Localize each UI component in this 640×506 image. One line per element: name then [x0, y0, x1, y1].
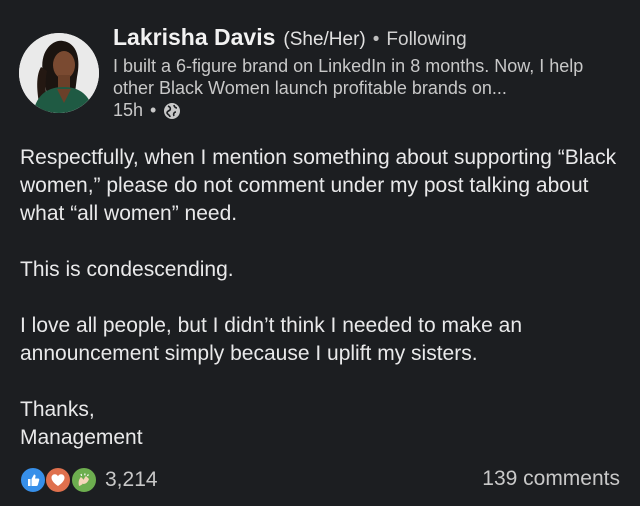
post-meta: 15h • — [113, 100, 181, 121]
name-separator: • — [372, 29, 380, 50]
post-paragraph: Management — [20, 426, 143, 449]
post-paragraph: Respectfully, when I mention something a… — [20, 146, 617, 225]
author-name-row: Lakrisha Davis (She/Her) • Following — [113, 24, 467, 51]
feed-post: Lakrisha Davis (She/Her) • Following I b… — [0, 0, 640, 506]
celebrate-icon — [71, 467, 97, 493]
author-pronouns: (She/Her) — [283, 29, 366, 50]
reaction-icons — [20, 467, 100, 493]
reactions-summary[interactable]: 3,214 — [20, 467, 158, 493]
author-headline: I built a 6-figure brand on LinkedIn in … — [113, 56, 584, 98]
comments-count-link[interactable]: 139 comments — [482, 467, 620, 491]
author-name[interactable]: Lakrisha Davis — [113, 24, 275, 51]
author-avatar[interactable] — [19, 33, 99, 113]
globe-icon — [163, 102, 181, 120]
post-paragraph: This is condescending. — [20, 258, 234, 281]
post-timestamp: 15h — [113, 100, 144, 120]
meta-separator: • — [150, 100, 157, 120]
like-icon — [20, 467, 46, 493]
post-paragraph: Thanks, — [20, 398, 95, 421]
reaction-count: 3,214 — [105, 468, 158, 491]
love-icon — [45, 467, 71, 493]
following-status[interactable]: Following — [386, 29, 466, 51]
post-text: Respectfully, when I mention something a… — [20, 144, 620, 452]
post-paragraph: I love all people, but I didn’t think I … — [20, 314, 523, 365]
avatar-photo — [19, 33, 99, 113]
